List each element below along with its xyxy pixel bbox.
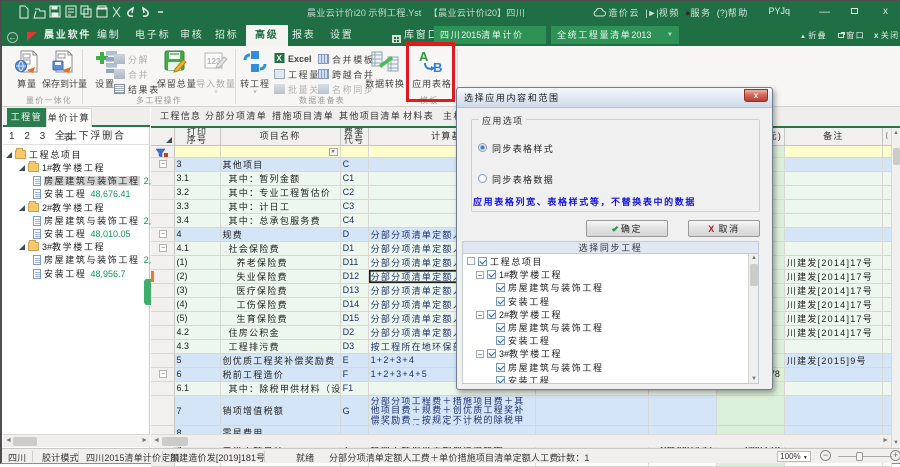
svg-text:X: X — [276, 54, 282, 63]
